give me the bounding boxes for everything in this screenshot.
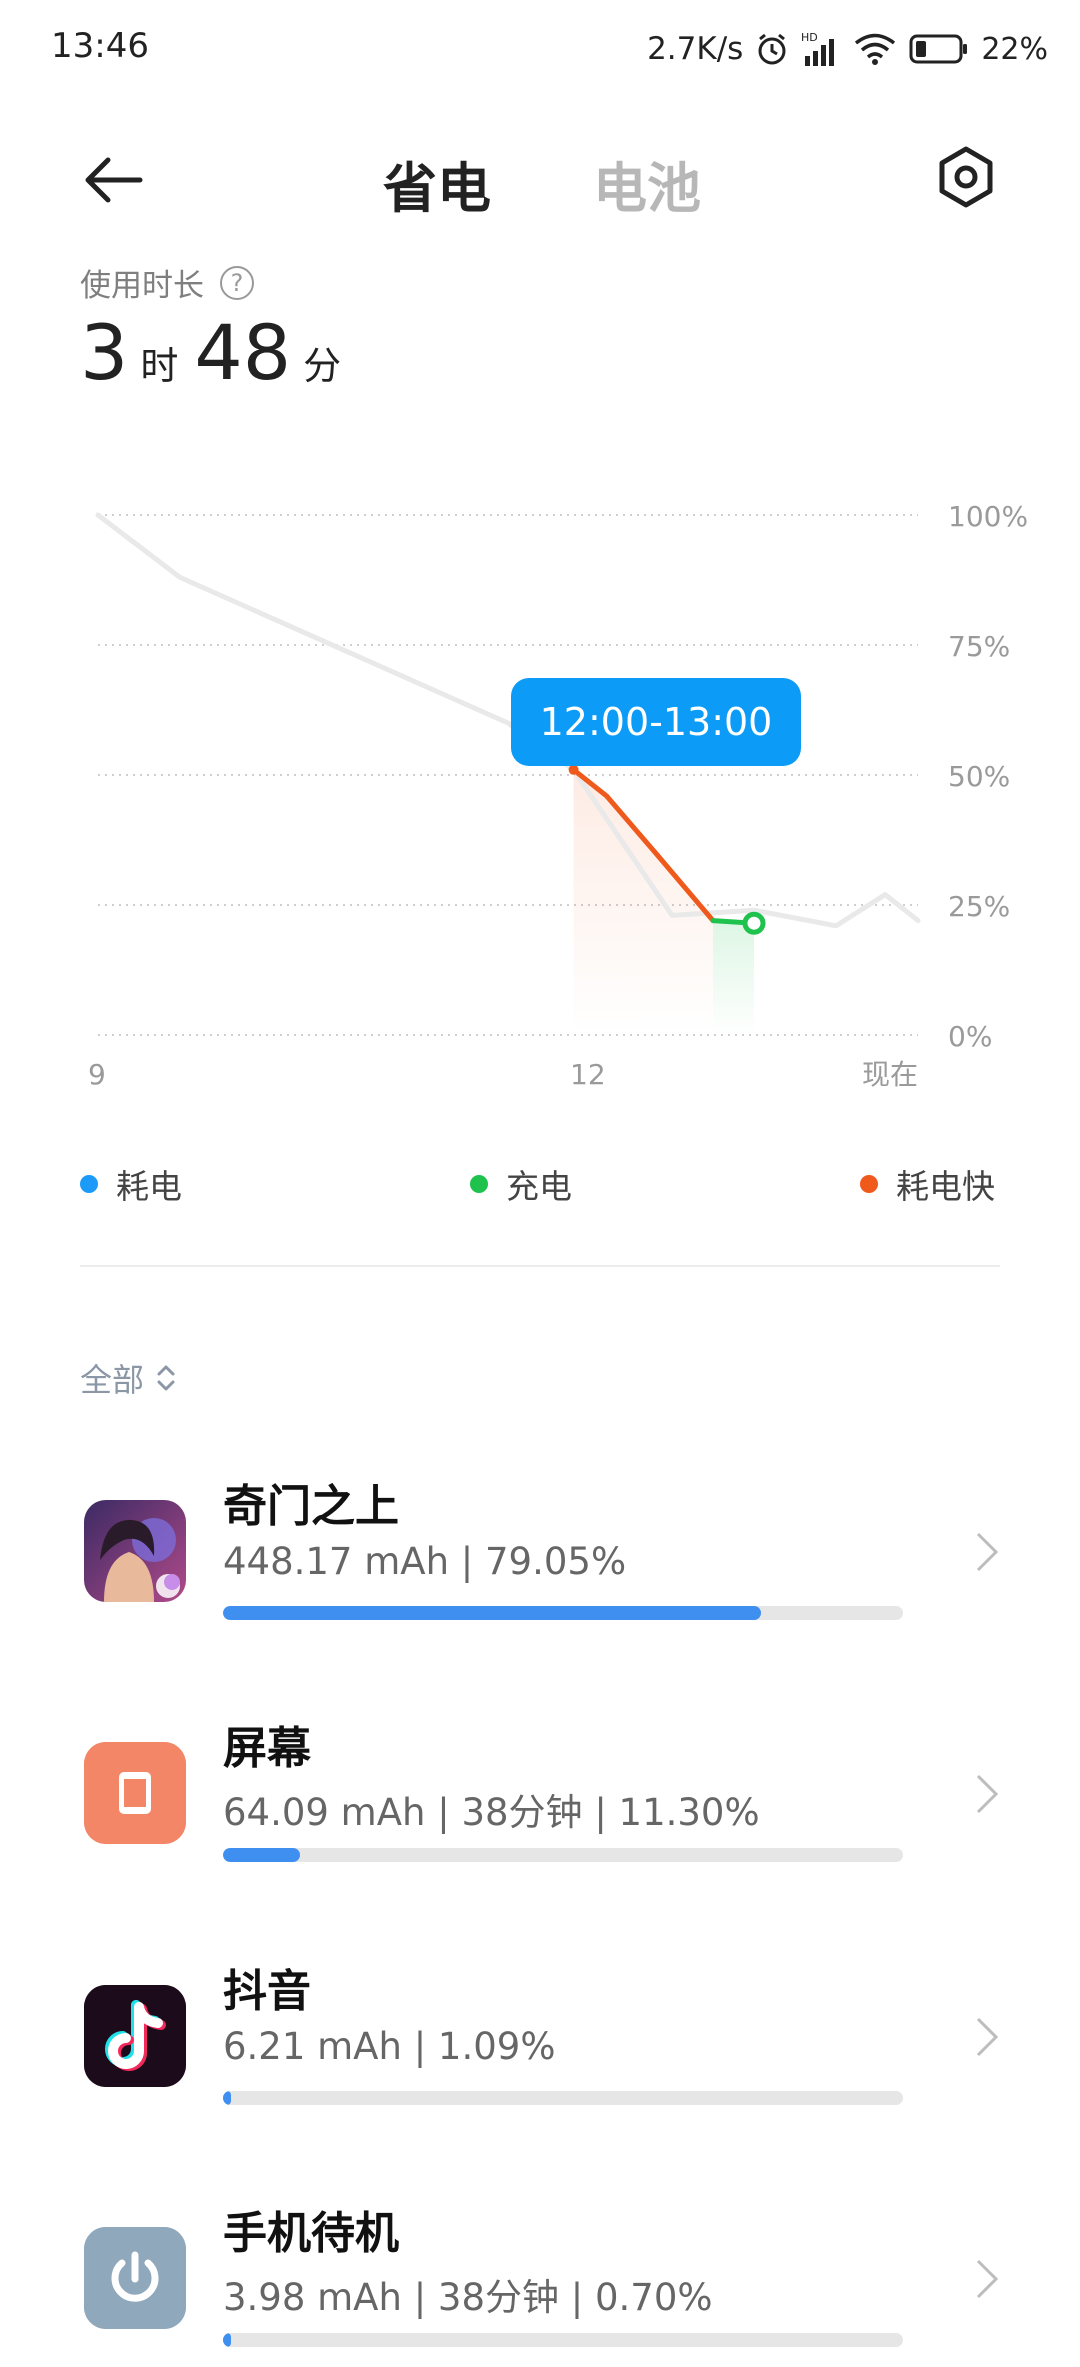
question-mark-icon[interactable]: ? [220,266,254,300]
app-stats: 448.17 mAh | 79.05% [223,1540,626,1583]
usage-duration-value: 3 时 48 分 [80,308,357,397]
power-icon [84,2227,186,2329]
alarm-icon [755,32,789,66]
filter-dropdown[interactable]: 全部 [80,1355,178,1401]
divider [80,1265,1000,1267]
legend-dot-fast-drain [860,1175,878,1193]
usage-label-text: 使用时长 [80,260,204,305]
app-stats: 64.09 mAh | 38分钟 | 11.30% [223,1782,760,1836]
x-tick-label: 12 [570,1058,606,1091]
chart-tooltip: 12:00-13:00 [511,678,801,766]
arrow-left-icon[interactable] [78,150,148,210]
legend-item-fast-drain: 耗电快 [860,1160,995,1208]
top-bar: 省电 电池 [0,130,1080,230]
battery-chart[interactable]: 100% 75% 50% 25% 0% 9 12 现在 [0,470,1080,1130]
filter-label: 全部 [80,1355,144,1401]
usage-progress-bar [223,1848,903,1862]
fast-drain-area [574,770,713,1035]
signal-hd-icon: HD [801,30,841,68]
y-tick-label: 75% [948,630,1010,663]
usage-hours-unit: 时 [140,335,178,390]
settings-gear-icon[interactable] [933,144,999,210]
app-name: 奇门之上 [223,1470,399,1534]
usage-progress-fill [223,1848,300,1862]
y-tick-label: 0% [948,1020,992,1053]
chevron-right-icon [972,1772,1002,1816]
screen-icon [84,1742,186,1844]
battery-percent: 22% [981,32,1048,67]
game-avatar-icon [84,1500,186,1602]
status-bar: 13:46 2.7K/s HD 22% [0,0,1080,100]
list-item-app-3[interactable]: 手机待机 3.98 mAh | 38分钟 | 0.70% [0,2177,1080,2367]
x-tick-label: 9 [88,1058,106,1091]
wifi-icon [853,31,897,67]
chart-legend: 耗电 充电 耗电快 [80,1160,1000,1210]
app-stats: 3.98 mAh | 38分钟 | 0.70% [223,2267,713,2321]
y-tick-label: 100% [948,500,1028,533]
usage-minutes-unit: 分 [303,335,341,390]
legend-item-consumption: 耗电 [80,1160,182,1208]
status-time: 13:46 [51,26,149,66]
legend-label-consumption: 耗电 [116,1160,182,1208]
usage-minutes: 48 [194,308,291,397]
list-item-app-2[interactable]: 抖音 6.21 mAh | 1.09% [0,1935,1080,2125]
battery-icon [909,33,969,65]
usage-progress-bar [223,2091,903,2105]
tab-battery[interactable]: 电池 [593,144,701,223]
network-speed: 2.7K/s [647,31,743,67]
battery-level-chart: 100% 75% 50% 25% 0% 9 12 现在 [0,470,1080,1130]
usage-hours: 3 [80,308,128,397]
sort-updown-icon [154,1361,178,1395]
y-tick-label: 50% [948,760,1010,793]
chevron-right-icon [972,2257,1002,2301]
legend-label-charging: 充电 [506,1160,572,1208]
chevron-right-icon [972,2015,1002,2059]
charging-area [713,921,754,1035]
chevron-right-icon [972,1530,1002,1574]
data-point-fast-drain [569,765,579,775]
list-item-app-0[interactable]: 奇门之上 448.17 mAh | 79.05% [0,1450,1080,1640]
tiktok-icon [84,1985,186,2087]
tab-power-saving[interactable]: 省电 [383,144,491,223]
list-item-app-1[interactable]: 屏幕 64.09 mAh | 38分钟 | 11.30% [0,1692,1080,1882]
svg-text:HD: HD [801,31,818,44]
legend-dot-charging [470,1175,488,1193]
app-stats: 6.21 mAh | 1.09% [223,2025,555,2068]
legend-label-fast-drain: 耗电快 [896,1160,995,1208]
data-point-charging [745,914,763,932]
app-name: 屏幕 [223,1712,311,1776]
usage-progress-bar [223,1606,903,1620]
y-tick-label: 25% [948,890,1010,923]
usage-progress-fill [223,2091,231,2105]
legend-item-charging: 充电 [470,1160,572,1208]
usage-progress-fill [223,2333,231,2347]
usage-progress-fill [223,1606,761,1620]
app-name: 手机待机 [223,2197,399,2261]
usage-progress-bar [223,2333,903,2347]
app-name: 抖音 [223,1955,311,2019]
usage-duration-label: 使用时长 ? [80,260,254,305]
x-tick-label: 现在 [862,1058,918,1091]
legend-dot-consumption [80,1175,98,1193]
status-icons: 2.7K/s HD 22% [647,24,1048,74]
